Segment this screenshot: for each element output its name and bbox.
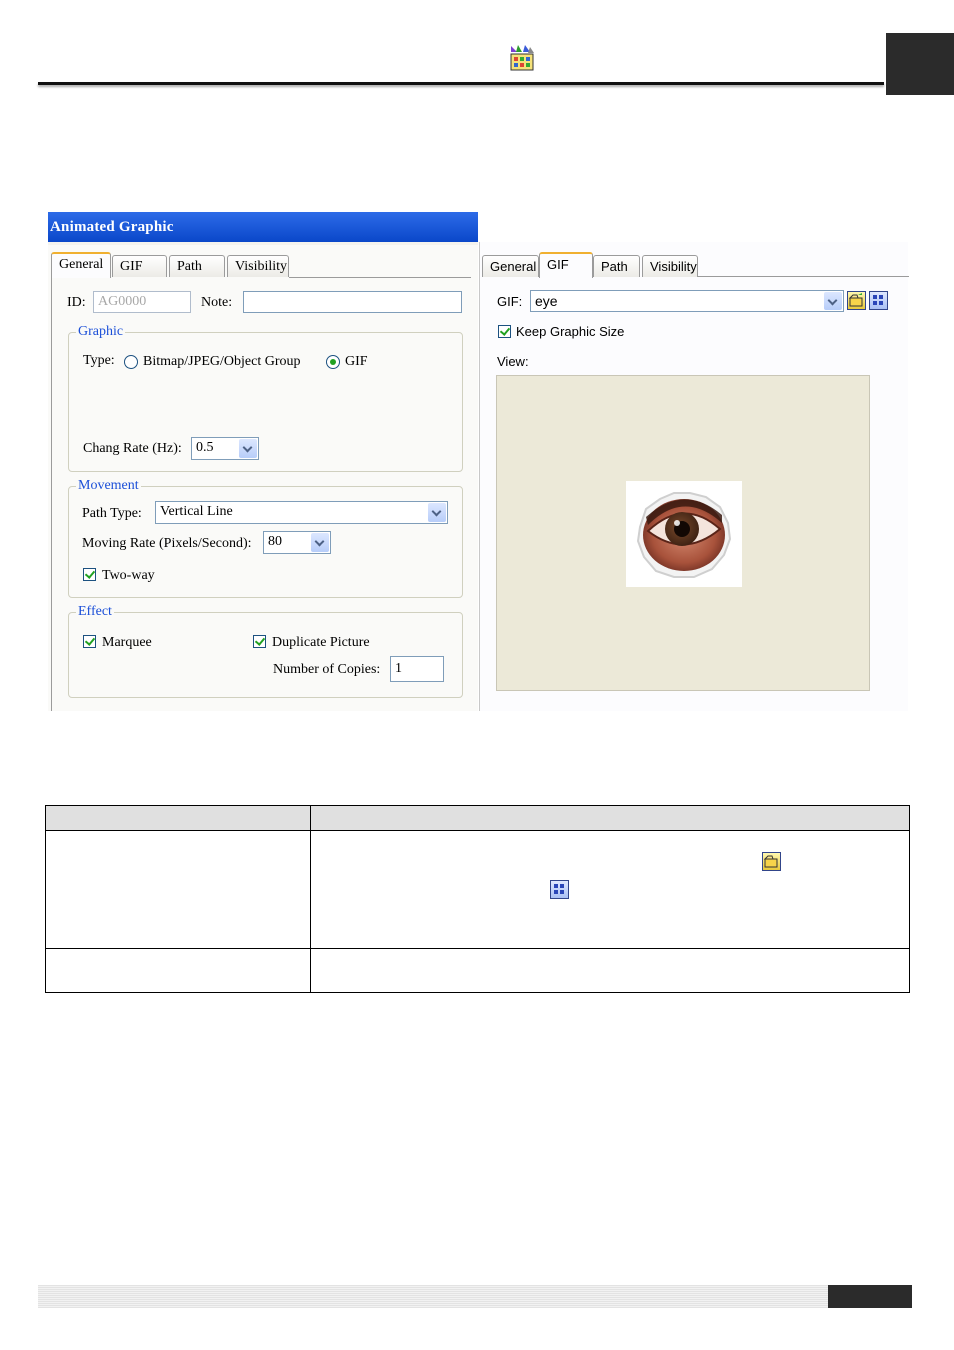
gif-preview-area <box>496 375 870 691</box>
chevron-down-icon[interactable] <box>824 292 842 310</box>
view-label: View: <box>497 354 529 369</box>
open-folder-icon <box>762 852 781 871</box>
number-of-copies-label: Number of Copies: <box>273 662 381 677</box>
table-row <box>310 830 910 949</box>
gif-dropdown[interactable]: eye <box>530 290 844 312</box>
open-folder-button[interactable] <box>847 291 866 310</box>
moving-rate-label: Moving Rate (Pixels/Second): <box>82 536 252 551</box>
tab-visibility[interactable]: Visibility <box>227 255 289 277</box>
chevron-down-icon[interactable] <box>311 533 329 552</box>
radio-bitmap[interactable] <box>124 355 138 369</box>
page-number-block <box>828 1285 912 1308</box>
table-row <box>310 948 910 993</box>
path-type-dropdown[interactable]: Vertical Line <box>155 501 448 524</box>
radio-bitmap-label: Bitmap/JPEG/Object Group <box>143 354 301 369</box>
id-field: AG0000 <box>93 291 191 313</box>
two-way-checkbox[interactable] <box>83 568 96 581</box>
chevron-down-icon[interactable] <box>239 439 257 458</box>
marquee-checkbox[interactable] <box>83 635 96 648</box>
tab-gif[interactable]: GIF <box>112 255 167 277</box>
header-rule <box>38 82 884 85</box>
gif-value: eye <box>535 293 558 309</box>
note-label: Note: <box>201 295 233 310</box>
id-label: ID: <box>67 295 86 310</box>
gallery-grid-icon <box>873 295 883 305</box>
table-header-cell <box>310 805 910 831</box>
description-table <box>45 805 910 993</box>
moving-rate-dropdown[interactable]: 80 <box>263 531 331 554</box>
gif-label: GIF: <box>497 294 523 309</box>
tab-general[interactable]: General <box>51 252 111 278</box>
right-tab-general[interactable]: General <box>482 255 539 277</box>
table-header-cell <box>45 805 311 831</box>
right-tab-visibility[interactable]: Visibility <box>642 255 698 277</box>
general-panel: General GIF Path Visibility ID: AG0000 N… <box>48 242 478 711</box>
two-way-label: Two-way <box>102 568 155 583</box>
gallery-button[interactable] <box>869 291 888 310</box>
radio-gif-label: GIF <box>345 354 368 369</box>
tab-path[interactable]: Path <box>169 255 225 277</box>
chevron-down-icon[interactable] <box>428 503 446 522</box>
path-type-value: Vertical Line <box>160 504 233 519</box>
moving-rate-value: 80 <box>268 534 282 549</box>
number-of-copies-field[interactable]: 1 <box>390 656 444 682</box>
note-field[interactable] <box>243 291 462 313</box>
change-rate-dropdown[interactable]: 0.5 <box>191 437 259 460</box>
path-type-label: Path Type: <box>82 506 142 521</box>
type-label: Type: <box>83 353 115 368</box>
gallery-grid-icon <box>550 880 569 899</box>
table-row <box>45 948 311 993</box>
right-tab-gif[interactable]: GIF <box>539 252 593 278</box>
effect-group <box>68 612 463 698</box>
footer-bar <box>38 1285 828 1308</box>
right-tab-path[interactable]: Path <box>593 255 640 277</box>
dialog-title-bar: Animated Graphic <box>48 212 478 242</box>
right-tab-strip: General GIF Path Visibility <box>482 252 909 278</box>
effect-group-title: Effect <box>76 604 114 620</box>
gif-panel: General GIF Path Visibility GIF: eye Kee… <box>479 242 909 711</box>
change-rate-label: Chang Rate (Hz): <box>83 441 182 456</box>
keep-size-label: Keep Graphic Size <box>516 324 625 339</box>
duplicate-picture-checkbox[interactable] <box>253 635 266 648</box>
open-folder-icon <box>848 293 863 307</box>
eye-image <box>626 481 742 587</box>
animated-graphic-icon <box>508 44 536 72</box>
keep-size-checkbox[interactable] <box>498 325 511 338</box>
chapter-tab-block <box>886 33 954 95</box>
table-row <box>45 830 311 949</box>
radio-gif[interactable] <box>326 355 340 369</box>
graphic-group-title: Graphic <box>76 324 126 340</box>
change-rate-value: 0.5 <box>196 440 214 455</box>
marquee-label: Marquee <box>102 635 152 650</box>
movement-group-title: Movement <box>76 478 141 494</box>
duplicate-picture-label: Duplicate Picture <box>272 635 370 650</box>
